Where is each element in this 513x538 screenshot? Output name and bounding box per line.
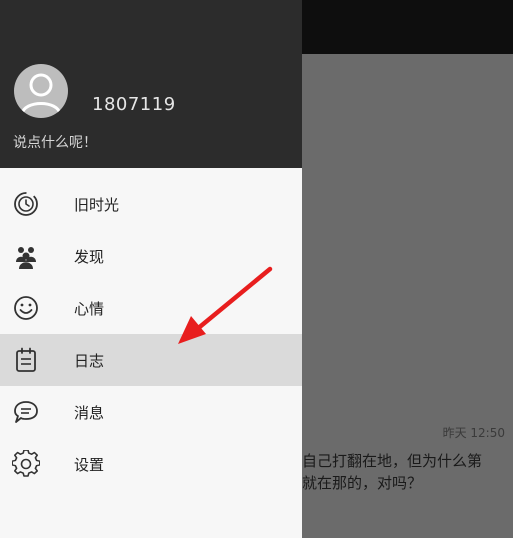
clipboard-icon — [12, 346, 40, 374]
menu-item-settings[interactable]: 设置 — [0, 438, 302, 490]
message-text-line: 就在那的，对吗？ — [302, 474, 423, 492]
menu-item-label: 日志 — [74, 351, 105, 370]
menu-item-mood[interactable]: 心情 — [0, 282, 302, 334]
smiley-icon — [12, 294, 40, 322]
navigation-drawer: 1807119 说点什么呢！ 旧时光 发现 心情 日志 消息 设置 — [0, 0, 302, 538]
user-avatar-icon — [20, 73, 62, 115]
signature[interactable]: 说点什么呢！ — [13, 132, 97, 152]
people-group-icon — [12, 242, 40, 270]
background-app-bar — [302, 0, 513, 54]
menu-item-old-times[interactable]: 旧时光 — [0, 178, 302, 230]
menu-item-label: 设置 — [74, 455, 105, 474]
menu-item-label: 发现 — [74, 247, 105, 266]
menu-item-label: 旧时光 — [74, 195, 120, 214]
avatar[interactable] — [14, 64, 68, 118]
menu-item-journal[interactable]: 日志 — [0, 334, 302, 386]
menu-item-messages[interactable]: 消息 — [0, 386, 302, 438]
drawer-menu: 旧时光 发现 心情 日志 消息 设置 — [0, 178, 302, 490]
menu-item-label: 消息 — [74, 403, 105, 422]
menu-item-discover[interactable]: 发现 — [0, 230, 302, 282]
drawer-header: 1807119 说点什么呢！ — [0, 0, 302, 168]
message-timestamp: 昨天 12:50 — [442, 426, 505, 440]
message-text-line: 自己打翻在地，但为什么第 — [302, 452, 483, 470]
username[interactable]: 1807119 — [92, 94, 176, 115]
message-text: 自己打翻在地，但为什么第 就在那的，对吗？ — [302, 450, 507, 494]
menu-item-label: 心情 — [74, 299, 105, 318]
gear-icon — [12, 450, 40, 478]
time-machine-icon — [12, 190, 40, 218]
chat-bubble-icon — [12, 398, 40, 426]
